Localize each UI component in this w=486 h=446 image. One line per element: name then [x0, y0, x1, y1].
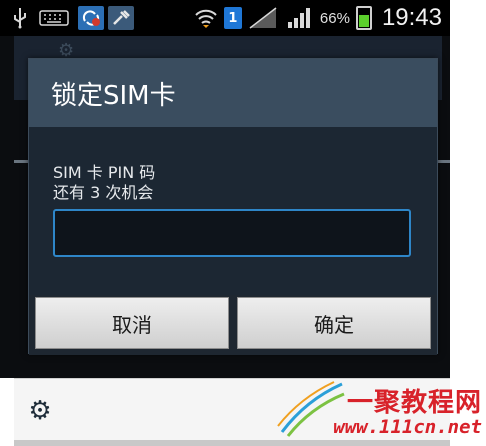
cancel-button[interactable]: 取消	[35, 297, 229, 349]
no-signal-icon	[248, 4, 278, 32]
wifi-icon	[194, 4, 218, 32]
status-right-group: 1 66% 19:43	[194, 4, 442, 32]
ok-button[interactable]: 确定	[237, 297, 431, 349]
dialog-footer: 取消 确定	[29, 295, 437, 355]
usb-icon	[8, 4, 32, 32]
status-bar: 1 66% 19:43	[0, 0, 450, 36]
settings-gear-icon[interactable]: ⚙	[26, 397, 54, 425]
pin-prompt-line1: SIM 卡 PIN 码	[53, 163, 156, 182]
dialog-header: 锁定SIM卡	[29, 59, 437, 127]
pin-prompt: SIM 卡 PIN 码 还有 3 次机会	[53, 163, 155, 203]
battery-percentage: 66%	[319, 9, 350, 27]
watermark-url: www.111cn.net	[333, 416, 482, 438]
dialog-body: SIM 卡 PIN 码 还有 3 次机会	[29, 127, 437, 295]
pin-input[interactable]	[53, 209, 411, 257]
sim-1-icon: 1	[223, 7, 242, 29]
keyboard-icon	[36, 4, 72, 32]
underlying-divider-right	[436, 160, 450, 163]
dialog-title: 锁定SIM卡	[51, 80, 176, 111]
pin-prompt-line2: 还有 3 次机会	[53, 183, 154, 202]
clock: 19:43	[381, 4, 442, 31]
watermark: 一聚教程网 www.111cn.net	[276, 380, 486, 446]
watermark-brand: 一聚教程网	[346, 388, 482, 418]
battery-charging-icon	[355, 6, 372, 30]
underlying-settings-icon: ⚙	[58, 40, 75, 61]
tool-icon	[108, 6, 134, 30]
lock-sim-dialog: 锁定SIM卡 SIM 卡 PIN 码 还有 3 次机会 取消 确定	[28, 58, 438, 355]
signal-icon	[284, 4, 314, 32]
sync-alert-icon	[78, 6, 104, 30]
